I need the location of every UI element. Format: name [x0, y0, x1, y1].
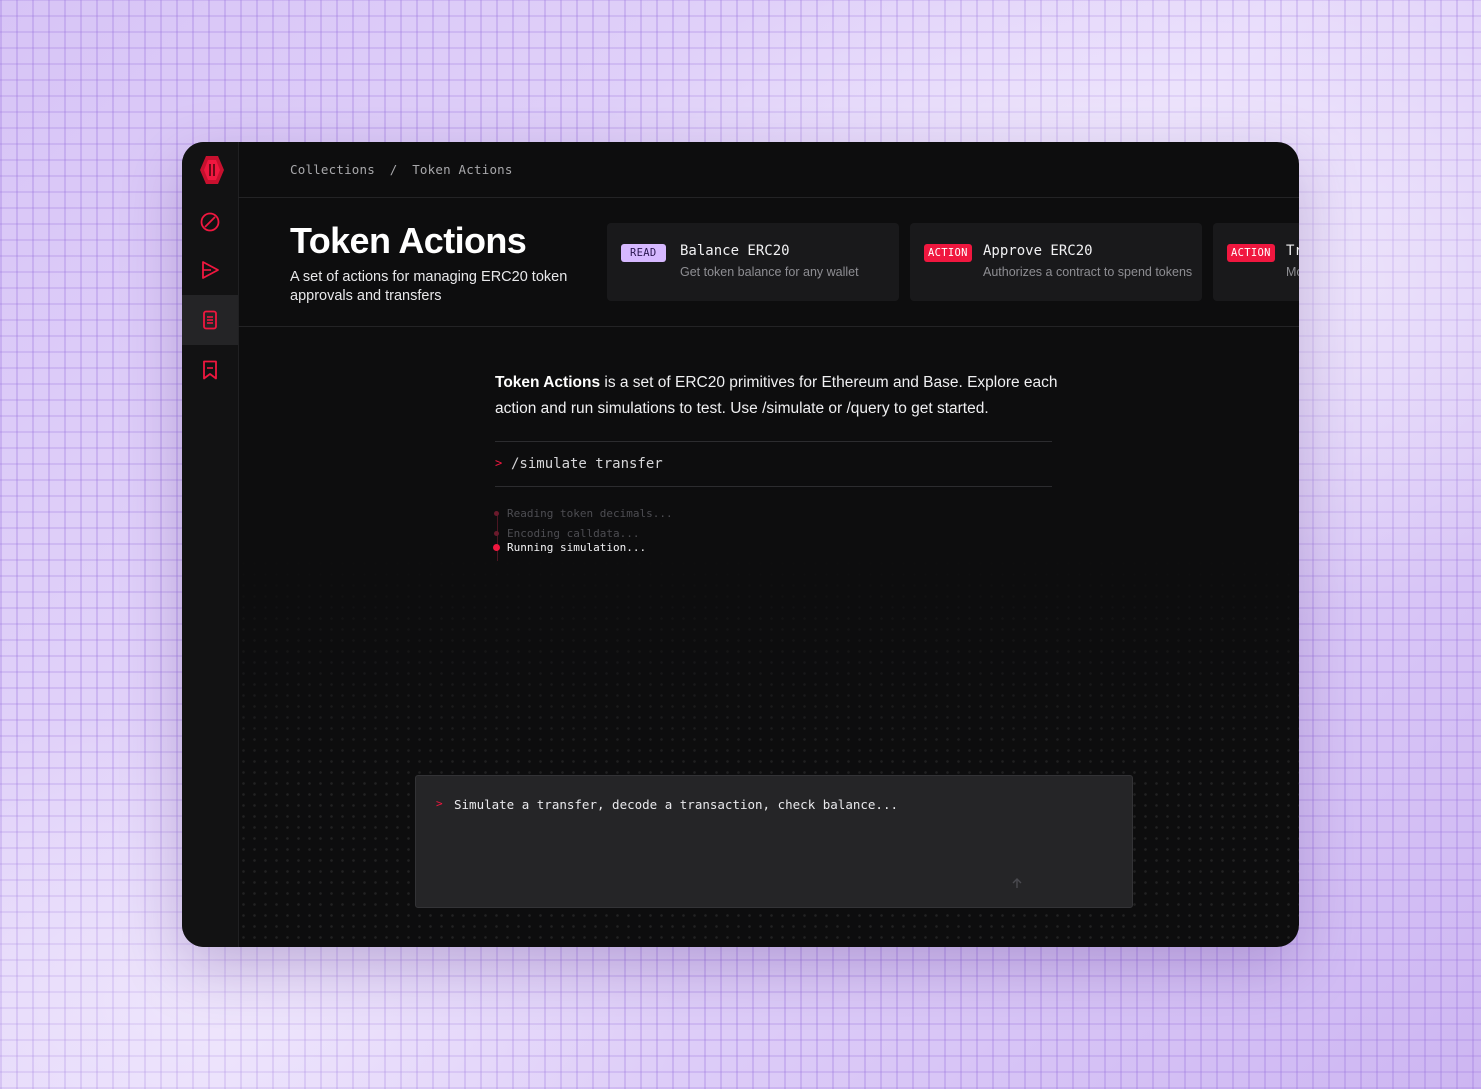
simulation-steps: Reading token decimals... Encoding calld… — [493, 507, 795, 567]
sidebar-item-explore[interactable] — [182, 197, 238, 247]
action-badge: ACTION — [1227, 244, 1275, 262]
sidebar-item-saved[interactable] — [182, 345, 238, 395]
command-text: /simulate transfer — [511, 456, 663, 472]
action-badge: ACTION — [924, 244, 972, 262]
composer-caret-icon: > — [436, 797, 443, 810]
composer-input[interactable] — [454, 794, 1094, 814]
sidebar-item-run[interactable] — [182, 245, 238, 295]
step-reading-decimals: Reading token decimals... — [494, 507, 673, 520]
intro-text: Token Actions is a set of ERC20 primitiv… — [495, 370, 1065, 422]
card-description: Mo — [1286, 265, 1299, 279]
command-entry: > /simulate transfer — [495, 441, 1052, 487]
step-running-simulation: Running simulation... — [493, 541, 647, 554]
action-card-balance[interactable]: READ Balance ERC20 Get token balance for… — [607, 223, 899, 301]
intro-bold: Token Actions — [495, 374, 601, 391]
action-card-transfer[interactable]: ACTION Tr Mo — [1213, 223, 1299, 301]
action-card-approve[interactable]: ACTION Approve ERC20 Authorizes a contra… — [910, 223, 1202, 301]
card-title: Balance ERC20 — [680, 243, 790, 259]
composer: > — [415, 775, 1133, 908]
step-encoding-calldata: Encoding calldata... — [494, 527, 640, 540]
app-window: Collections / Token Actions Token Action… — [182, 142, 1299, 947]
breadcrumb-collections-link[interactable]: Collections — [290, 162, 375, 177]
card-description: Authorizes a contract to spend tokens — [983, 265, 1193, 279]
bookmark-icon — [203, 360, 217, 380]
step-label: Running simulation... — [507, 541, 647, 554]
breadcrumb-current: Token Actions — [412, 162, 513, 177]
read-badge: READ — [621, 244, 666, 262]
page-title: Token Actions — [290, 220, 527, 261]
step-dot-icon — [493, 544, 500, 551]
collection-icon — [203, 310, 217, 330]
step-label: Encoding calldata... — [507, 527, 640, 540]
main-content: Token Actions is a set of ERC20 primitiv… — [238, 327, 1299, 947]
breadcrumb-separator: / — [389, 162, 398, 177]
sidebar-item-collections[interactable] — [182, 295, 238, 345]
action-cards: READ Balance ERC20 Get token balance for… — [607, 223, 1299, 301]
play-icon — [202, 261, 219, 279]
prompt-caret-icon: > — [495, 456, 503, 470]
step-label: Reading token decimals... — [507, 507, 673, 520]
steps-timeline — [497, 513, 498, 561]
card-title: Approve ERC20 — [983, 243, 1093, 259]
logo-icon — [200, 156, 224, 184]
page-subtitle: A set of actions for managing ERC20 toke… — [290, 269, 568, 304]
send-arrow-icon[interactable] — [1010, 876, 1024, 890]
collection-header: Token Actions A set of actions for manag… — [238, 198, 1299, 327]
step-dot-icon — [494, 511, 499, 516]
breadcrumb: Collections / Token Actions — [290, 162, 513, 177]
topbar: Collections / Token Actions — [238, 142, 1299, 198]
sidebar — [182, 142, 239, 947]
card-title: Tr — [1286, 243, 1299, 259]
card-description: Get token balance for any wallet — [680, 265, 859, 279]
step-dot-icon — [494, 531, 499, 536]
compass-icon — [200, 212, 220, 232]
